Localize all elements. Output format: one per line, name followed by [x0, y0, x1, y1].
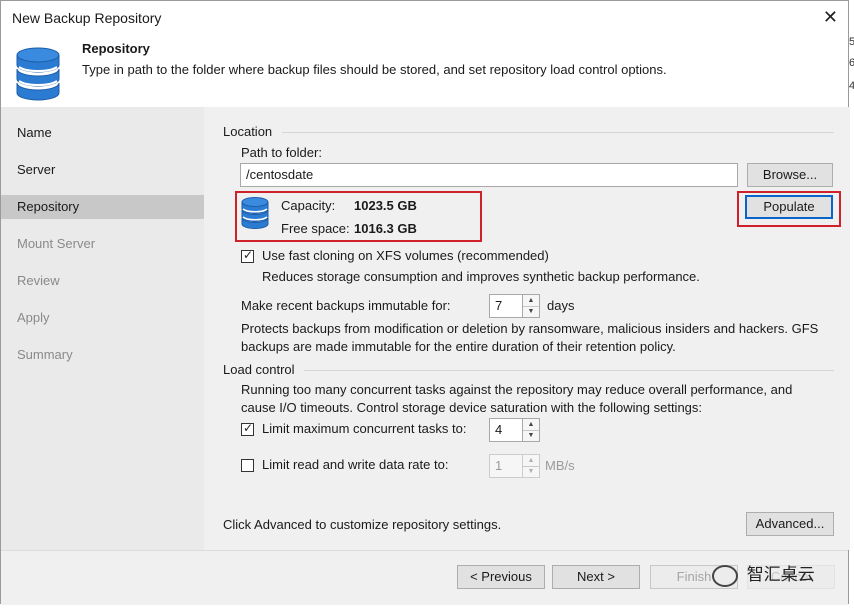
- capacity-label: Capacity:: [281, 198, 336, 213]
- free-space-label: Free space:: [281, 221, 350, 236]
- header-description: Type in path to the folder where backup …: [82, 62, 667, 77]
- limit-rate-unit: MB/s: [545, 458, 575, 473]
- immutable-days-input[interactable]: 7: [489, 294, 523, 318]
- stepper-arrows: ▲ ▼: [523, 418, 540, 442]
- database-icon: [16, 47, 60, 101]
- limit-rate-checkbox[interactable]: [241, 459, 254, 472]
- watermark-text: 智汇桌云: [746, 565, 815, 584]
- advanced-hint: Click Advanced to customize repository s…: [223, 517, 502, 532]
- stepper-arrows: ▲ ▼: [523, 454, 540, 478]
- spin-down-icon: ▼: [527, 468, 535, 475]
- spin-down-icon[interactable]: ▼: [523, 306, 539, 317]
- background-edge-text: 5: [849, 36, 854, 48]
- load-control-group-label: Load control: [223, 362, 295, 377]
- location-divider: [282, 132, 834, 133]
- fast-clone-label[interactable]: Use fast cloning on XFS volumes (recomme…: [262, 248, 549, 263]
- immutable-label: Make recent backups immutable for:: [241, 298, 451, 313]
- dialog-window: New Backup Repository ✕ Repository Type …: [0, 0, 850, 605]
- background-edge-text: 4: [849, 80, 854, 92]
- immutable-description-line2: backups are made immutable for the entir…: [241, 339, 676, 354]
- volume-icon: [241, 197, 269, 229]
- step-summary: Summary: [17, 347, 73, 362]
- step-name[interactable]: Name: [17, 125, 52, 140]
- close-icon[interactable]: ✕: [823, 7, 838, 28]
- limit-tasks-checkbox[interactable]: ✓: [241, 421, 254, 436]
- fast-clone-checkbox[interactable]: ✓: [241, 248, 254, 263]
- immutable-unit: days: [547, 298, 575, 313]
- limit-rate-input: 1: [489, 454, 523, 478]
- wizard-header: Repository Type in path to the folder wh…: [1, 35, 848, 107]
- previous-button[interactable]: < Previous: [457, 565, 545, 589]
- path-label: Path to folder:: [241, 145, 322, 160]
- populate-button[interactable]: Populate: [745, 195, 833, 219]
- checkmark-icon: ✓: [243, 248, 254, 262]
- limit-tasks-input[interactable]: 4: [489, 418, 523, 442]
- load-control-description-line1: Running too many concurrent tasks agains…: [241, 382, 793, 397]
- advanced-button[interactable]: Advanced...: [746, 512, 834, 536]
- window-title: New Backup Repository: [12, 10, 162, 26]
- step-mount-server: Mount Server: [17, 236, 96, 251]
- title-bar: New Backup Repository ✕: [1, 1, 848, 35]
- path-input[interactable]: /centosdate: [240, 163, 738, 187]
- free-space-value: 1016.3 GB: [354, 221, 417, 236]
- limit-rate-label[interactable]: Limit read and write data rate to:: [262, 457, 448, 472]
- stepper-arrows: ▲ ▼: [523, 294, 540, 318]
- limit-tasks-stepper[interactable]: 4 ▲ ▼: [489, 418, 540, 442]
- limit-tasks-label[interactable]: Limit maximum concurrent tasks to:: [262, 421, 466, 436]
- fast-clone-description: Reduces storage consumption and improves…: [262, 269, 700, 284]
- next-button[interactable]: Next >: [552, 565, 640, 589]
- browse-button[interactable]: Browse...: [747, 163, 833, 187]
- step-review: Review: [17, 273, 60, 288]
- checkmark-icon: ✓: [243, 421, 254, 435]
- location-group-label: Location: [223, 124, 273, 139]
- wechat-icon: [712, 564, 738, 587]
- spin-down-icon[interactable]: ▼: [523, 430, 539, 441]
- wizard-steps-sidebar: Name Server Repository Mount Server Revi…: [1, 107, 204, 550]
- step-apply: Apply: [17, 310, 50, 325]
- load-control-description-line2: cause I/O timeouts. Control storage devi…: [241, 400, 703, 415]
- immutable-days-stepper[interactable]: 7 ▲ ▼: [489, 294, 540, 318]
- load-control-divider: [304, 370, 834, 371]
- header-title: Repository: [82, 41, 150, 56]
- limit-rate-stepper: 1 ▲ ▼: [489, 454, 540, 478]
- immutable-description-line1: Protects backups from modification or de…: [241, 321, 819, 336]
- capacity-value: 1023.5 GB: [354, 198, 417, 213]
- background-edge-text: 6: [849, 57, 854, 69]
- step-server[interactable]: Server: [17, 162, 55, 177]
- watermark: 智汇桌云: [712, 560, 815, 587]
- repository-settings-panel: Location Path to folder: /centosdate Bro…: [204, 107, 850, 550]
- step-repository[interactable]: Repository: [17, 199, 79, 214]
